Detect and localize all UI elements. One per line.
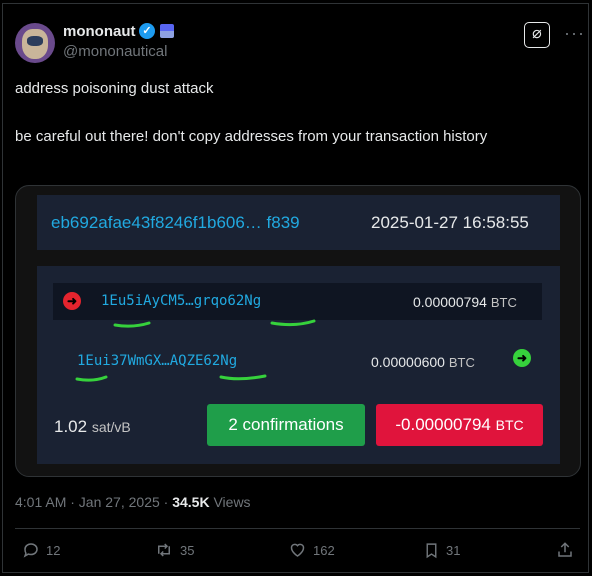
like-count: 162	[313, 542, 335, 558]
tweet-text-line: address poisoning dust attack	[15, 80, 214, 97]
views-count: 34.5K	[172, 494, 210, 510]
output-address: 1Eui37WmGX…AQZE62Ng	[77, 353, 238, 369]
transaction-header: eb692afae43f8246f1b606… f839 2025-01-27 …	[37, 195, 560, 250]
repost-icon	[158, 543, 170, 557]
net-amount-badge: -0.00000794 BTC	[376, 404, 543, 446]
tweet-text-line: be careful out there! don't copy address…	[15, 128, 488, 145]
bookmark-button[interactable]: 31	[423, 541, 460, 560]
grok-icon[interactable]: ⌀	[524, 22, 550, 48]
verified-icon: ✓	[139, 23, 155, 39]
transaction-id: eb692afae43f8246f1b606… f839	[51, 213, 300, 232]
like-button[interactable]: 162	[288, 541, 335, 559]
like-icon	[290, 543, 305, 557]
transaction-details: ➜ 1Eu5iAyCM5…grqo62Ng 0.00000794 BTC 1Eu…	[37, 266, 560, 464]
confirmations-badge: 2 confirmations	[207, 404, 365, 446]
fee-unit: sat/vB	[91, 419, 131, 435]
share-icon	[558, 542, 572, 557]
repost-button[interactable]: 35	[154, 541, 194, 559]
green-arrow-icon: ➜	[513, 349, 531, 367]
transaction-timestamp: 2025-01-27 16:58:55	[371, 213, 529, 232]
user-name[interactable]: mononaut	[63, 23, 136, 40]
reply-button[interactable]: 12	[22, 541, 60, 559]
output-amount-group: 0.00000600 BTC	[371, 354, 475, 370]
tweet-image[interactable]: eb692afae43f8246f1b606… f839 2025-01-27 …	[15, 185, 581, 477]
avatar[interactable]	[15, 23, 55, 63]
fee-value: 1.02	[54, 417, 88, 436]
tweet-time[interactable]: 4:01 AM · Jan 27, 2025 ·	[15, 494, 172, 510]
fee-rate: 1.02 sat/vB	[54, 417, 131, 437]
repost-count: 35	[180, 542, 195, 558]
views-label: Views	[209, 494, 251, 510]
reply-count: 12	[46, 542, 61, 558]
output-amount: 0.00000600	[371, 354, 445, 370]
user-handle[interactable]: @mononautical	[63, 43, 167, 60]
affiliate-icon[interactable]	[160, 24, 174, 38]
net-amount: -0.00000794	[395, 415, 491, 434]
net-unit: BTC	[495, 417, 524, 433]
tweet-meta: 4:01 AM · Jan 27, 2025 · 34.5K Views	[15, 494, 251, 510]
bookmark-count: 31	[446, 543, 461, 558]
output-unit: BTC	[448, 355, 475, 370]
divider	[15, 528, 580, 529]
more-icon[interactable]: ···	[564, 23, 585, 44]
reply-icon	[23, 543, 38, 558]
tweet-header: mononaut ✓ @mononautical ⌀ ···	[15, 20, 584, 64]
bookmark-icon	[426, 543, 437, 559]
share-button[interactable]	[556, 541, 574, 559]
